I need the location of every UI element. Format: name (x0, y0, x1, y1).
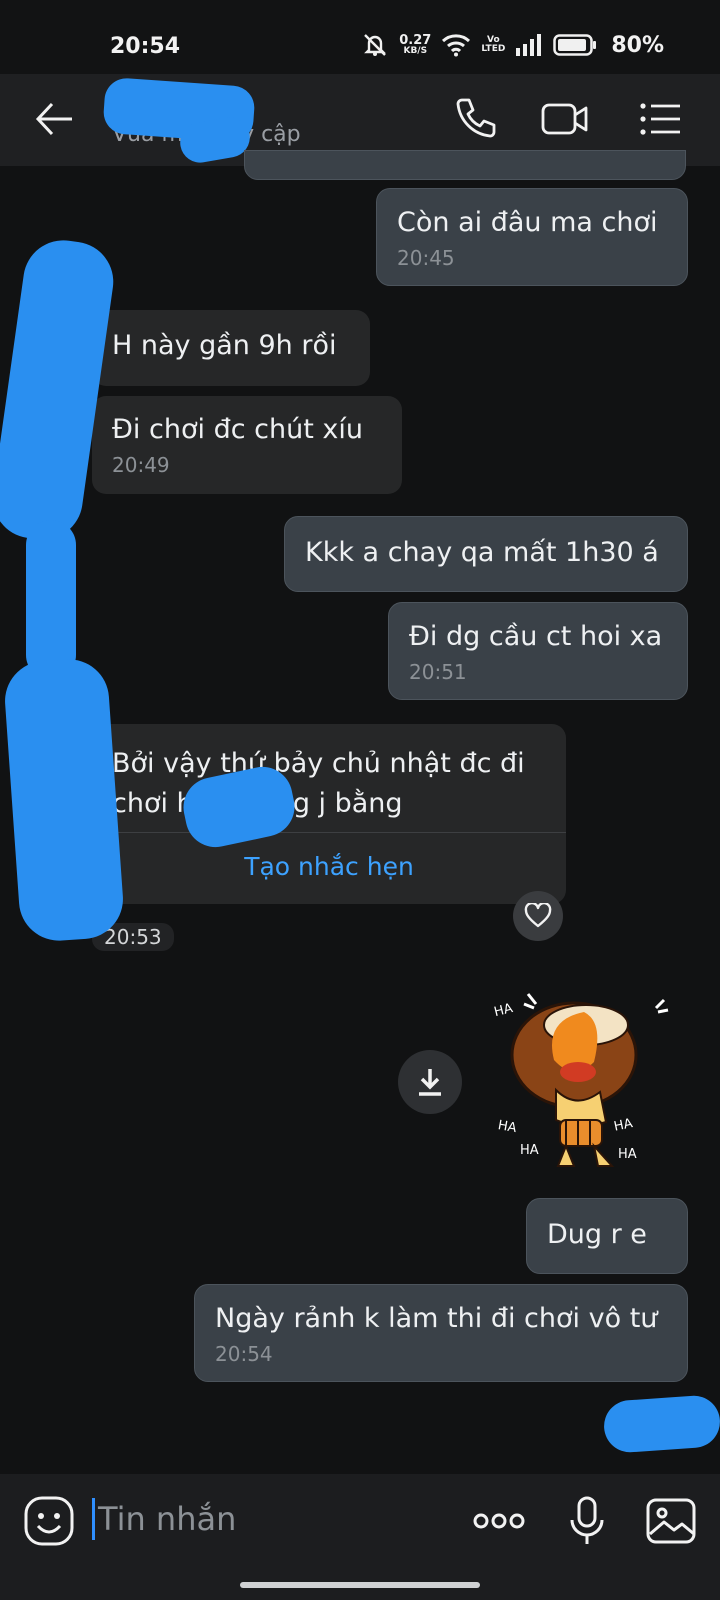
chat-screen: 20:54 0.27 KB/S Vo LTED 80% cập Còn ai đ… (0, 0, 720, 1600)
remind-message-card[interactable]: Bởi vậy thứ bảy chủ nhật đc đi chơi h...… (92, 724, 566, 904)
status-time: 20:54 (110, 34, 181, 59)
message-bubble[interactable]: Kkk a chay qa mất 1h30 á (284, 516, 688, 592)
heart-icon[interactable] (513, 891, 563, 941)
svg-text:HA: HA (613, 1116, 634, 1135)
message-bubble[interactable]: H này gần 9h rồi (92, 310, 370, 386)
text-caret (92, 1498, 95, 1540)
message-input-bar: Tin nhắn (0, 1474, 720, 1568)
remind-message-text: Bởi vậy thứ bảy chủ nhật đc đi chơi h...… (112, 748, 525, 819)
redaction-seen (602, 1394, 720, 1454)
emoji-icon[interactable] (22, 1494, 76, 1548)
redaction-avatar-3 (2, 656, 126, 944)
remind-divider (92, 832, 566, 833)
status-bar: 20:54 0.27 KB/S Vo LTED 80% (0, 0, 720, 74)
signal-icon (516, 34, 542, 56)
message-bubble[interactable]: Dug r e (526, 1198, 688, 1274)
svg-text:HA: HA (520, 1143, 539, 1158)
redaction-avatar-2 (26, 520, 76, 680)
navigation-area (0, 1568, 720, 1600)
svg-text:HA: HA (618, 1147, 637, 1162)
message-bubble[interactable]: Đi dg cầu ct hoi xa 20:51 (388, 602, 688, 700)
back-arrow-icon[interactable] (32, 96, 78, 142)
message-bubble[interactable]: Đi chơi đc chút xíu 20:49 (92, 396, 402, 494)
network-speed: 0.27 KB/S (399, 33, 432, 56)
svg-text:HA: HA (497, 1118, 518, 1136)
image-icon[interactable] (644, 1494, 698, 1548)
home-indicator[interactable] (240, 1582, 480, 1588)
svg-text:HA: HA (494, 1001, 514, 1020)
bell-muted-icon (364, 34, 387, 56)
message-bubble[interactable]: Còn ai đâu ma chơi 20:45 (376, 188, 688, 286)
message-bubble-partial (244, 150, 686, 180)
battery-icon (553, 34, 597, 56)
status-icons: 0.27 KB/S Vo LTED 80% (361, 32, 664, 58)
download-icon[interactable] (398, 1050, 462, 1114)
create-reminder-button[interactable]: Tạo nhắc hẹn (92, 852, 566, 881)
menu-list-icon[interactable] (636, 94, 686, 144)
sticker-image[interactable]: HA HA HA HA HA (494, 980, 684, 1180)
microphone-icon[interactable] (560, 1494, 614, 1548)
message-bubble[interactable]: Ngày rảnh k làm thi đi chơi vô tư 20:54 (194, 1284, 688, 1382)
redaction-avatar-1 (0, 235, 119, 545)
video-call-icon[interactable] (540, 94, 590, 144)
input-placeholder: Tin nhắn (98, 1500, 237, 1538)
message-input[interactable]: Tin nhắn (92, 1492, 432, 1548)
more-dots-icon[interactable] (472, 1494, 526, 1548)
wifi-icon (442, 34, 471, 57)
volte-indicator: Vo LTED (481, 35, 506, 54)
phone-icon[interactable] (450, 94, 500, 144)
battery-percent: 80% (611, 32, 664, 58)
